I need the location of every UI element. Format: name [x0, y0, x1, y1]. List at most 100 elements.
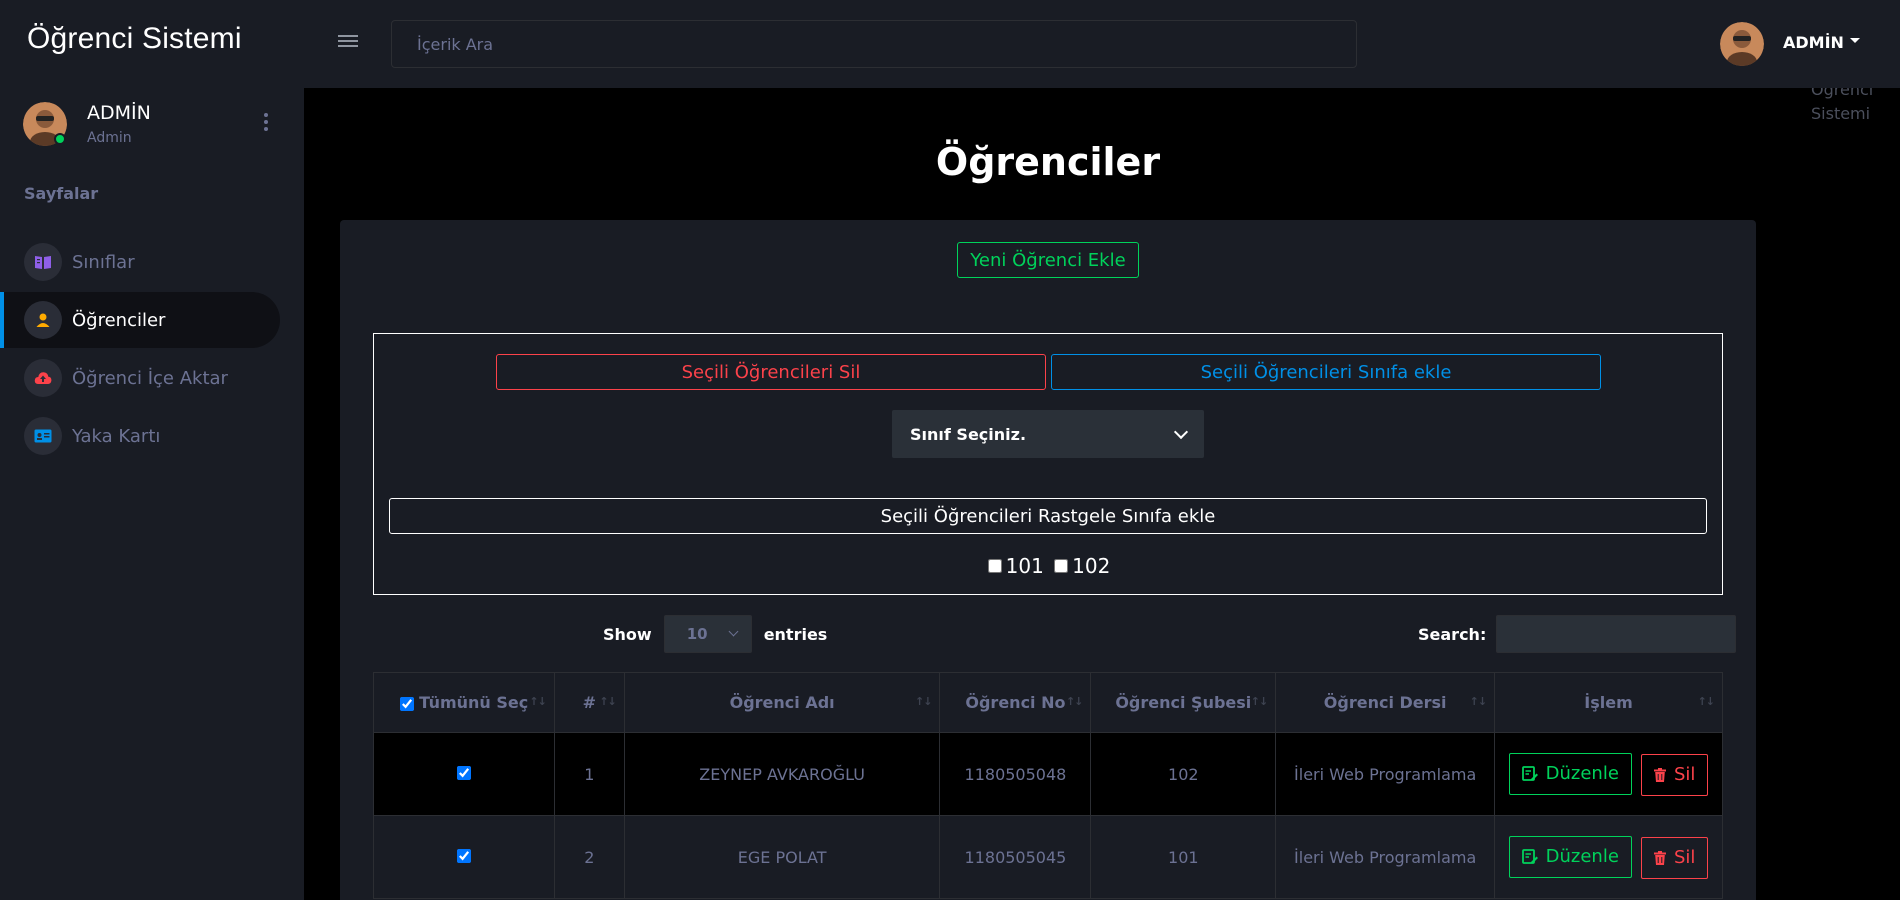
- class-option-label: 101: [1005, 554, 1044, 578]
- search-input[interactable]: [391, 20, 1357, 68]
- edit-icon: [1521, 765, 1538, 781]
- sidebar: ADMİN Admin Sayfalar Sınıflar Öğrenciler…: [0, 88, 304, 900]
- id-card-icon: [24, 417, 62, 455]
- sort-icon: ↑↓: [529, 695, 546, 708]
- add-student-button[interactable]: Yeni Öğrenci Ekle: [957, 242, 1139, 278]
- student-number: 1180505045: [939, 815, 1092, 899]
- user-menu-toggle[interactable]: ADMİN: [1783, 33, 1860, 52]
- delete-selected-button[interactable]: Seçili Öğrencileri Sil: [496, 354, 1046, 390]
- entries-select[interactable]: 10: [663, 615, 752, 653]
- edit-button[interactable]: Düzenle: [1508, 752, 1632, 795]
- bulk-actions-panel: Seçili Öğrencileri Sil Seçili Öğrenciler…: [373, 333, 1723, 595]
- menu-toggle-icon[interactable]: [338, 32, 358, 52]
- edit-label: Düzenle: [1545, 846, 1619, 867]
- edit-icon: [1521, 848, 1538, 864]
- sort-icon: ↑↓: [1469, 695, 1487, 708]
- sidebar-item-ogrenciler[interactable]: Öğrenciler: [0, 292, 280, 348]
- delete-button[interactable]: Sil: [1641, 753, 1709, 796]
- sort-icon: ↑↓: [1250, 695, 1268, 708]
- column-header-label: Öğrenci Şubesi: [1115, 693, 1252, 712]
- delete-button[interactable]: Sil: [1641, 836, 1709, 879]
- online-status-dot: [54, 133, 66, 145]
- brand-title[interactable]: Öğrenci Sistemi: [27, 22, 242, 56]
- class-option-102[interactable]: 102: [1054, 554, 1110, 578]
- sort-icon: ↑↓: [1697, 695, 1715, 708]
- edit-label: Düzenle: [1545, 763, 1619, 784]
- show-label: Show: [603, 624, 652, 644]
- delete-label: Sil: [1674, 764, 1696, 785]
- sidebar-item-label: Yaka Kartı: [72, 425, 161, 447]
- sort-icon: ↑↓: [1065, 695, 1083, 708]
- edit-button[interactable]: Düzenle: [1508, 835, 1632, 878]
- student-course: İleri Web Programlama: [1275, 732, 1496, 816]
- book-open-icon: [24, 243, 62, 281]
- trash-icon: [1654, 767, 1666, 782]
- cloud-upload-icon: [24, 359, 62, 397]
- row-index: 1: [553, 732, 625, 816]
- column-header-number[interactable]: Öğrenci No ↑↓: [939, 672, 1092, 733]
- class-checkboxes: 101 102: [374, 554, 1724, 578]
- user-icon: [24, 301, 62, 339]
- column-header-course[interactable]: Öğrenci Dersi ↑↓: [1275, 672, 1496, 733]
- sidebar-item-yaka-karti[interactable]: Yaka Kartı: [0, 408, 280, 464]
- sidebar-item-ice-aktar[interactable]: Öğrenci İçe Aktar: [0, 350, 280, 406]
- table-search-input[interactable]: [1496, 615, 1737, 653]
- sidebar-item-label: Öğrenci İçe Aktar: [72, 367, 228, 389]
- more-vertical-icon[interactable]: [263, 110, 269, 134]
- select-all-checkbox[interactable]: [399, 696, 414, 711]
- random-assign-button[interactable]: Seçili Öğrencileri Rastgele Sınıfa ekle: [389, 498, 1707, 534]
- student-course: İleri Web Programlama: [1275, 815, 1496, 899]
- student-name: ZEYNEP AVKAROĞLU: [623, 732, 941, 816]
- column-header-name[interactable]: Öğrenci Adı ↑↓: [623, 672, 941, 733]
- column-header-label: Öğrenci No: [965, 693, 1066, 712]
- user-avatar[interactable]: [1720, 22, 1764, 66]
- top-navbar: Öğrenci Sistemi ADMİN: [0, 0, 1900, 88]
- caret-down-icon: [1849, 38, 1860, 43]
- table-search: Search:: [1418, 615, 1737, 653]
- student-number: 1180505048: [939, 732, 1092, 816]
- row-checkbox[interactable]: [456, 848, 471, 863]
- sidebar-item-label: Sınıflar: [72, 251, 135, 273]
- class-select[interactable]: Sınıf Seçiniz.: [892, 410, 1204, 458]
- row-actions: Düzenle Sil: [1494, 815, 1723, 899]
- class-checkbox[interactable]: [987, 559, 1002, 573]
- column-header-index[interactable]: # ↑↓: [553, 672, 625, 733]
- search-label: Search:: [1418, 624, 1487, 644]
- trash-icon: [1654, 850, 1666, 865]
- sidebar-section-title: Sayfalar: [24, 184, 99, 203]
- sidebar-item-siniflar[interactable]: Sınıflar: [0, 234, 280, 290]
- entries-length-control: Show 10 entries: [603, 615, 827, 653]
- chevron-down-icon: [728, 626, 739, 637]
- column-header-select-all[interactable]: Tümünü Seç ↑↓: [373, 672, 555, 733]
- sidebar-item-label: Öğrenciler: [72, 309, 166, 331]
- page-title: Öğrenciler: [935, 140, 1161, 184]
- table-row: 1 ZEYNEP AVKAROĞLU 1180505048 102 İleri …: [373, 732, 1723, 816]
- column-header-actions[interactable]: İşlem ↑↓: [1494, 672, 1723, 733]
- add-selected-to-class-button[interactable]: Seçili Öğrencileri Sınıfa ekle: [1051, 354, 1601, 390]
- students-table: Tümünü Seç ↑↓ # ↑↓ Öğrenci Adı ↑↓ Öğrenci …: [373, 672, 1723, 899]
- row-actions: Düzenle Sil: [1494, 732, 1723, 816]
- sort-icon: ↑↓: [599, 695, 616, 708]
- row-checkbox[interactable]: [456, 765, 471, 780]
- chevron-down-icon: [1173, 424, 1189, 439]
- table-header-row: Tümünü Seç ↑↓ # ↑↓ Öğrenci Adı ↑↓ Öğrenci …: [373, 672, 1723, 733]
- user-name: ADMİN: [1783, 33, 1844, 52]
- profile-name: ADMİN: [87, 102, 151, 124]
- students-card: Yeni Öğrenci Ekle Seçili Öğrencileri Sil…: [340, 220, 1756, 900]
- entries-label: entries: [763, 624, 828, 644]
- column-header-label: Öğrenci Dersi: [1323, 693, 1447, 712]
- delete-label: Sil: [1674, 847, 1696, 868]
- entries-select-value: 10: [686, 625, 708, 643]
- table-row: 2 EGE POLAT 1180505045 101 İleri Web Pro…: [373, 815, 1723, 899]
- class-option-label: 102: [1072, 554, 1111, 578]
- sort-icon: ↑↓: [915, 695, 932, 708]
- column-header-label: Tümünü Seç: [419, 693, 529, 712]
- column-header-label: #: [582, 693, 596, 712]
- column-header-branch[interactable]: Öğrenci Şubesi ↑↓: [1090, 672, 1277, 733]
- class-checkbox[interactable]: [1054, 559, 1069, 573]
- class-select-value: Sınıf Seçiniz.: [910, 424, 1027, 444]
- row-index: 2: [553, 815, 625, 899]
- row-select-cell: [373, 732, 555, 816]
- profile-role: Admin: [87, 130, 132, 146]
- class-option-101[interactable]: 101: [987, 554, 1044, 578]
